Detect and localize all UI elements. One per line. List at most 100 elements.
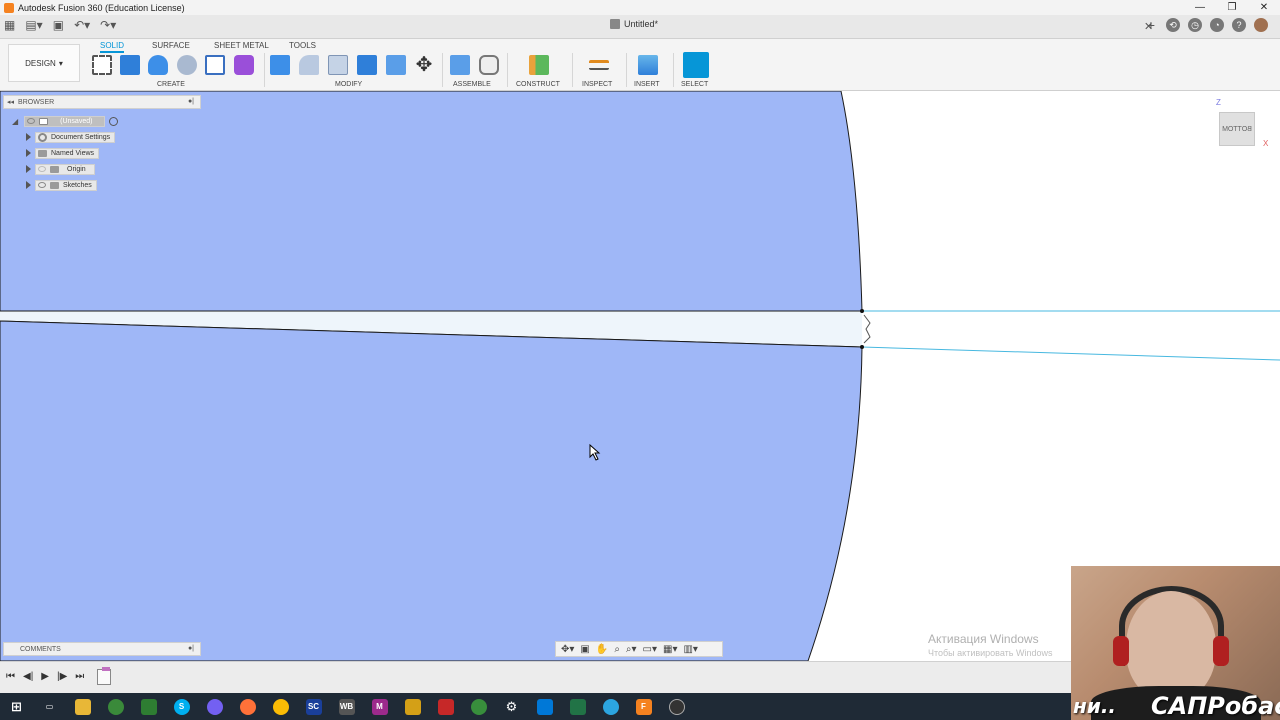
create-menu-label[interactable]: CREATE	[157, 81, 185, 88]
timeline-sketch-feature[interactable]	[97, 667, 111, 685]
browser-root-node[interactable]: ◢ (Unsaved)	[12, 115, 119, 127]
step-forward-icon[interactable]: |▶	[57, 671, 67, 682]
autodesk-app-icon[interactable]	[429, 693, 462, 720]
offset-plane-icon[interactable]	[529, 55, 549, 75]
green-play-icon[interactable]	[462, 693, 495, 720]
maximize-button[interactable]: ❐	[1216, 0, 1248, 15]
go-to-start-icon[interactable]: ⏮	[6, 671, 15, 682]
extrude-icon[interactable]	[120, 55, 140, 75]
create-form-icon[interactable]	[234, 55, 254, 75]
close-button[interactable]: ✕	[1248, 0, 1280, 15]
combine-icon[interactable]	[357, 55, 377, 75]
press-pull-icon[interactable]	[270, 55, 290, 75]
lower-body-face[interactable]	[0, 320, 863, 661]
comments-panel-header[interactable]: COMMENTS ●|	[3, 642, 201, 656]
excel-icon[interactable]	[561, 693, 594, 720]
expand-triangle-icon[interactable]	[26, 165, 31, 173]
pen-app-icon[interactable]	[396, 693, 429, 720]
viewports-icon[interactable]: ▥▾	[683, 644, 697, 655]
zoom-icon[interactable]: ⌕	[614, 644, 620, 655]
sketch-point[interactable]	[860, 345, 864, 349]
firefox-icon[interactable]	[231, 693, 264, 720]
root-chip[interactable]: (Unsaved)	[24, 115, 106, 127]
visibility-eye-icon[interactable]	[27, 118, 36, 124]
m-app-icon[interactable]: M	[363, 693, 396, 720]
tab-tools[interactable]: TOOLS	[289, 40, 316, 51]
job-status-icon[interactable]: ◷	[1188, 18, 1202, 32]
hole-icon[interactable]	[177, 55, 197, 75]
measure-icon[interactable]	[589, 60, 609, 70]
start-button[interactable]: ⊞	[0, 693, 33, 720]
revolve-icon[interactable]	[148, 55, 168, 75]
sketch-line-bottom[interactable]	[861, 346, 1280, 361]
minimize-button[interactable]: —	[1184, 0, 1216, 15]
assemble-menu-label[interactable]: ASSEMBLE	[453, 81, 491, 88]
insert-image-icon[interactable]	[638, 55, 658, 75]
wb-app-icon[interactable]: WB	[330, 693, 363, 720]
collapse-icon[interactable]: ◂◂	[7, 98, 14, 106]
save-icon[interactable]: ▣	[53, 18, 64, 32]
user-avatar[interactable]	[1254, 18, 1268, 32]
sketch-point[interactable]	[860, 309, 864, 313]
file-explorer-icon[interactable]	[66, 693, 99, 720]
notifications-icon[interactable]: ◔	[1210, 18, 1224, 32]
create-sketch-icon[interactable]	[92, 55, 112, 75]
play-icon[interactable]: ▶	[41, 671, 49, 682]
tab-solid[interactable]: SOLID	[100, 40, 125, 53]
document-tab[interactable]: Untitled*	[610, 19, 658, 29]
obs-icon[interactable]	[660, 693, 693, 720]
skype-icon[interactable]: S	[165, 693, 198, 720]
media-player-icon[interactable]	[99, 693, 132, 720]
settings-gear-icon[interactable]: ⚙	[495, 693, 528, 720]
browser-item-sketches[interactable]: Sketches	[26, 179, 97, 191]
expand-triangle-icon[interactable]	[26, 133, 31, 141]
split-body-icon[interactable]	[386, 55, 406, 75]
task-view-icon[interactable]: ▭	[33, 693, 66, 720]
undo-icon[interactable]: ↶▾	[74, 18, 90, 32]
node-chip[interactable]: Document Settings	[35, 131, 116, 143]
display-settings-icon[interactable]: ▭▾	[643, 644, 657, 655]
expand-triangle-icon[interactable]	[26, 181, 31, 189]
view-cube[interactable]: BOTTOM	[1219, 112, 1255, 146]
browser-item-named-views[interactable]: Named Views	[26, 147, 100, 159]
move-copy-icon[interactable]: ✥	[414, 55, 434, 75]
window-app-icon[interactable]	[528, 693, 561, 720]
upper-body-face[interactable]	[0, 91, 863, 312]
help-icon[interactable]: ?	[1232, 18, 1246, 32]
insert-menu-label[interactable]: INSERT	[634, 81, 660, 88]
new-tab-icon[interactable]: +	[1144, 17, 1158, 33]
comments-pin-icon[interactable]: ●|	[188, 645, 194, 652]
pan-icon[interactable]: ✋	[596, 644, 608, 655]
visibility-eye-icon[interactable]	[38, 182, 46, 188]
orbit-icon[interactable]: ✥▾	[561, 644, 574, 655]
activate-radio-icon[interactable]	[109, 116, 119, 126]
view-cube-face[interactable]: BOTTOM	[1222, 126, 1252, 133]
construct-menu-label[interactable]: CONSTRUCT	[516, 81, 560, 88]
data-panel-grid-icon[interactable]: ▦	[4, 18, 15, 32]
node-chip[interactable]: Named Views	[35, 147, 100, 159]
node-chip[interactable]: Origin	[35, 163, 95, 175]
modify-menu-label[interactable]: MODIFY	[335, 81, 362, 88]
select-icon[interactable]	[683, 52, 709, 78]
viber-icon[interactable]	[198, 693, 231, 720]
grid-settings-icon[interactable]: ▦▾	[663, 644, 677, 655]
pin-icon[interactable]: ●|	[188, 98, 194, 105]
shell-icon[interactable]	[328, 55, 348, 75]
browser-item-document-settings[interactable]: Document Settings	[26, 131, 116, 143]
look-at-icon[interactable]: ▣	[580, 644, 589, 655]
inspect-menu-label[interactable]: INSPECT	[582, 81, 612, 88]
workspace-switcher[interactable]: DESIGN ▾	[8, 44, 80, 82]
node-chip[interactable]: Sketches	[35, 179, 97, 191]
go-to-end-icon[interactable]: ⏭	[75, 671, 84, 682]
extensions-icon[interactable]: ⟲	[1166, 18, 1180, 32]
fusion-taskbar-icon[interactable]: F	[627, 693, 660, 720]
root-triangle-icon[interactable]: ◢	[12, 117, 18, 126]
hidden-eye-icon[interactable]	[38, 166, 46, 172]
sc-app-icon[interactable]: SC	[297, 693, 330, 720]
fillet-icon[interactable]	[299, 55, 319, 75]
tab-surface[interactable]: SURFACE	[152, 40, 190, 51]
pattern-icon[interactable]	[205, 55, 225, 75]
select-menu-label[interactable]: SELECT	[681, 81, 708, 88]
file-menu-icon[interactable]: ▤▾	[25, 18, 42, 32]
tab-sheet-metal[interactable]: SHEET METAL	[214, 40, 269, 51]
